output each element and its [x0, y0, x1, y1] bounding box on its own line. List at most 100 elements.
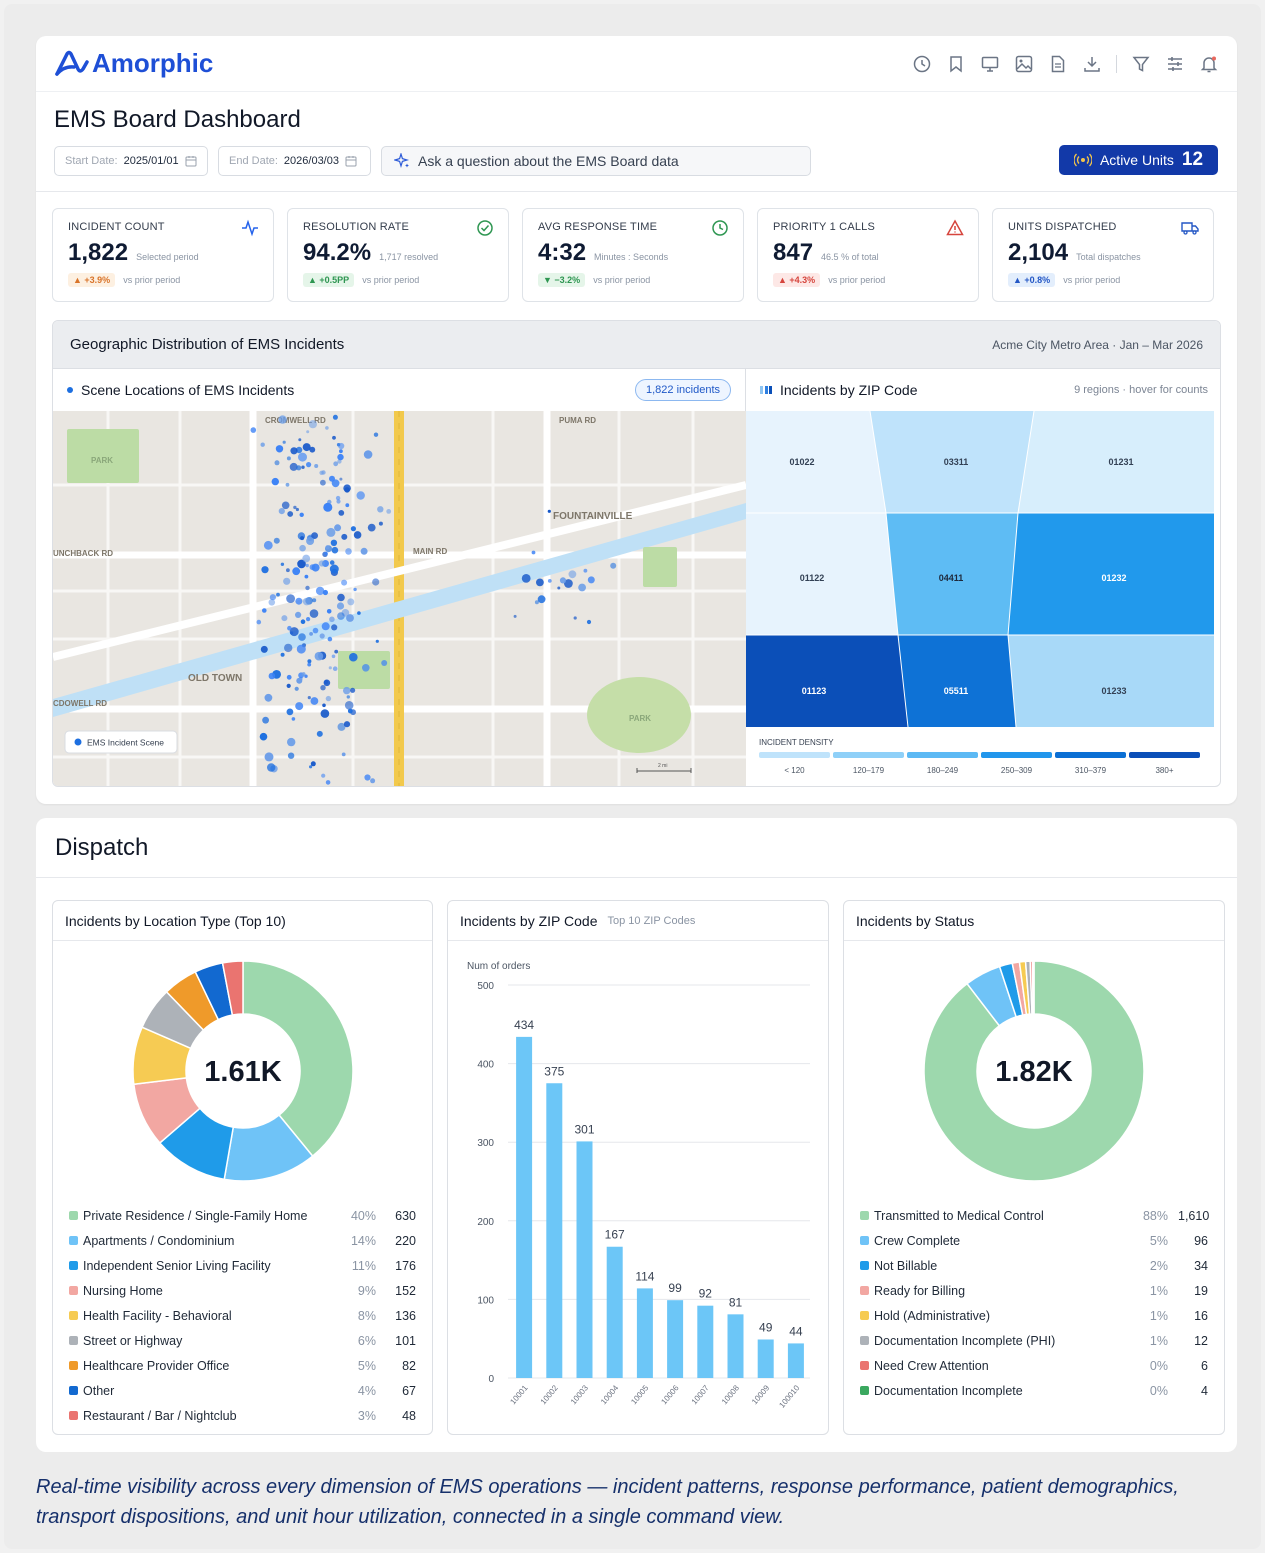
- settings-sliders-icon[interactable]: [1165, 54, 1185, 74]
- incident-point: [264, 752, 274, 762]
- image-icon[interactable]: [1014, 54, 1034, 74]
- legend-swatch: [69, 1236, 78, 1245]
- legend-percent: 8%: [357, 1308, 376, 1323]
- zip-region-01233[interactable]: [1008, 635, 1214, 727]
- filter-icon[interactable]: [1131, 54, 1151, 74]
- start-date-field[interactable]: Start Date: 2025/01/01: [54, 146, 208, 176]
- bar[interactable]: [516, 1036, 533, 1378]
- zip-choropleth-header: Incidents by ZIP Code 9 regions · hover …: [746, 369, 1220, 411]
- incident-point: [296, 644, 306, 654]
- incident-point: [294, 686, 299, 691]
- bar[interactable]: [606, 1246, 623, 1378]
- incident-point: [259, 732, 268, 741]
- legend-item[interactable]: Documentation Incomplete 0% 4: [860, 1378, 1208, 1403]
- incident-point: [329, 616, 335, 623]
- incident-point: [333, 461, 339, 467]
- legend-item[interactable]: Street or Highway 6% 101: [69, 1328, 416, 1353]
- legend-item[interactable]: Independent Senior Living Facility 11% 176: [69, 1253, 416, 1278]
- incident-point: [373, 432, 379, 437]
- incident-point: [304, 574, 309, 579]
- incident-point: [345, 548, 352, 555]
- legend-label: Ready for Billing: [874, 1283, 966, 1298]
- incident-point: [353, 531, 362, 539]
- incident-point: [263, 540, 273, 550]
- zip-label: 01231: [1108, 457, 1133, 467]
- legend-item[interactable]: Restaurant / Bar / Nightclub 3% 48: [69, 1403, 416, 1428]
- legend-item[interactable]: Other 4% 67: [69, 1378, 416, 1403]
- incident-point: [320, 479, 326, 486]
- location-type-donut[interactable]: 1.61K: [53, 941, 433, 1201]
- scene-locations-map[interactable]: Scene Locations of EMS Incidents 1,822 i…: [53, 369, 747, 787]
- kpi-units-dispatched[interactable]: UNITS DISPATCHED 2,104 Total dispatches ▲…: [992, 208, 1214, 302]
- end-date-field[interactable]: End Date: 2026/03/03: [218, 146, 371, 176]
- kpi-label: INCIDENT COUNT: [68, 221, 165, 233]
- bookmark-icon[interactable]: [946, 54, 966, 74]
- incident-point: [325, 426, 329, 430]
- zip-region-05511[interactable]: [898, 635, 1016, 727]
- donut-slice[interactable]: [1031, 960, 1035, 1015]
- legend-value: 82: [402, 1358, 416, 1373]
- x-tick-label: 10003: [569, 1383, 591, 1406]
- legend-item[interactable]: Need Crew Attention 0% 6: [860, 1353, 1208, 1378]
- legend-item[interactable]: Ready for Billing 1% 19: [860, 1278, 1208, 1303]
- legend-item[interactable]: Transmitted to Medical Control 88% 1,610: [860, 1203, 1209, 1228]
- bar[interactable]: [576, 1141, 593, 1378]
- document-icon[interactable]: [1048, 54, 1068, 74]
- bar[interactable]: [667, 1300, 684, 1378]
- legend-item[interactable]: Hold (Administrative) 1% 16: [860, 1303, 1208, 1328]
- brand-logo[interactable]: Amorphic: [54, 48, 213, 79]
- incident-point: [301, 465, 305, 469]
- legend-item[interactable]: Healthcare Provider Office 5% 82: [69, 1353, 416, 1378]
- status-donut[interactable]: 1.82K: [844, 941, 1225, 1201]
- incident-point: [291, 717, 296, 721]
- bar[interactable]: [727, 1314, 744, 1378]
- map-canvas[interactable]: CROMWELL RD PUMA RD FOUNTAINVILLE UNCHBA…: [53, 411, 747, 787]
- zip-region-01022[interactable]: [746, 411, 886, 513]
- bell-icon[interactable]: [1199, 54, 1219, 74]
- legend-item[interactable]: Nursing Home 9% 152: [69, 1278, 416, 1303]
- legend-item[interactable]: Apartments / Condominium 14% 220: [69, 1228, 416, 1253]
- kpi-resolution-rate[interactable]: RESOLUTION RATE 94.2% 1,717 resolved ▲ +0…: [287, 208, 509, 302]
- incident-point: [325, 545, 330, 550]
- legend-item[interactable]: Crew Complete 5% 96: [860, 1228, 1208, 1253]
- legend-percent: 6%: [357, 1333, 376, 1348]
- monitor-icon[interactable]: [980, 54, 1000, 74]
- zip-region-01123[interactable]: [746, 635, 908, 727]
- x-tick-label: 100010: [777, 1383, 801, 1410]
- incident-point: [310, 761, 316, 767]
- incident-point: [586, 619, 592, 625]
- zip-label: 01022: [789, 457, 814, 467]
- incident-point: [346, 695, 350, 699]
- bar[interactable]: [697, 1305, 714, 1378]
- legend-item[interactable]: Not Billable 2% 34: [860, 1253, 1208, 1278]
- active-units-button[interactable]: Active Units 12: [1059, 145, 1218, 175]
- history-icon[interactable]: [912, 54, 932, 74]
- legend-swatch: [860, 1361, 869, 1370]
- kpi-delta: ▲ +0.5PP: [303, 273, 355, 287]
- end-date-label: End Date:: [229, 155, 278, 167]
- incident-point: [298, 438, 302, 442]
- incident-point: [307, 662, 312, 667]
- incident-point: [328, 666, 332, 670]
- incident-point: [347, 598, 355, 606]
- zip-choropleth-map[interactable]: 01022 03311 01231 01122 04411 01232 0112…: [746, 410, 1221, 787]
- kpi-priority-1-calls[interactable]: PRIORITY 1 CALLS 847 46.5 % of total ▲ +4…: [757, 208, 979, 302]
- kpi-incident-count[interactable]: INCIDENT COUNT 1,822 Selected period ▲ +3…: [52, 208, 274, 302]
- incident-point: [296, 677, 303, 684]
- legend-percent: 9%: [357, 1283, 376, 1298]
- legend-item[interactable]: Documentation Incomplete (PHI) 1% 12: [860, 1328, 1208, 1353]
- incident-point: [304, 674, 308, 678]
- download-icon[interactable]: [1082, 54, 1102, 74]
- bar[interactable]: [757, 1339, 774, 1378]
- kpi-avg-response-time[interactable]: AVG RESPONSE TIME 4:32 Minutes : Seconds …: [522, 208, 744, 302]
- legend-item[interactable]: Private Residence / Single-Family Home 40…: [69, 1203, 416, 1228]
- zip-bar-chart[interactable]: Num of orders 0 100 200 300 400 500 434 10001 375…: [448, 941, 829, 1435]
- legend-item[interactable]: Health Facility - Behavioral 8% 136: [69, 1303, 416, 1328]
- bar[interactable]: [636, 1288, 653, 1378]
- bar-value-label: 434: [514, 1018, 534, 1032]
- incident-point: [309, 632, 313, 636]
- ask-question-input[interactable]: Ask a question about the EMS Board data: [381, 146, 811, 176]
- bar[interactable]: [546, 1083, 563, 1378]
- legend-label: Hold (Administrative): [874, 1308, 991, 1323]
- bar[interactable]: [787, 1343, 804, 1378]
